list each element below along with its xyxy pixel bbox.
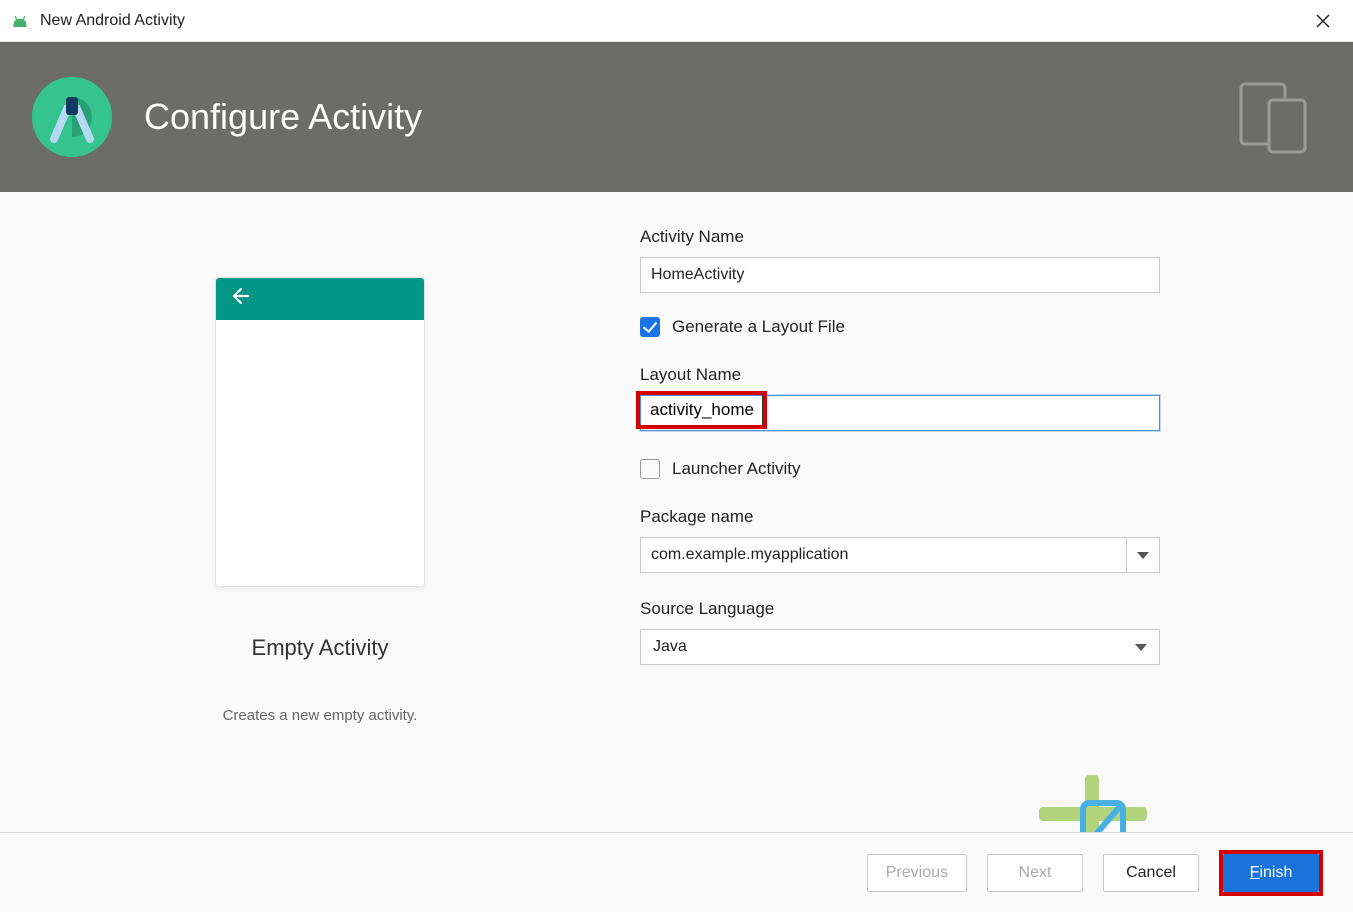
generate-layout-label: Generate a Layout File <box>672 317 845 337</box>
source-language-label: Source Language <box>640 599 1293 619</box>
android-studio-icon <box>32 77 112 157</box>
activity-name-input[interactable] <box>640 257 1160 293</box>
package-name-dropdown-button[interactable] <box>1126 537 1160 573</box>
close-button[interactable] <box>1303 5 1343 37</box>
preview-description: Creates a new empty activity. <box>223 707 418 724</box>
window-title: New Android Activity <box>40 12 185 30</box>
package-name-label: Package name <box>640 507 1293 527</box>
back-arrow-icon <box>230 284 254 314</box>
wizard-header: Configure Activity <box>0 42 1353 192</box>
preview-pane: Empty Activity Creates a new empty activ… <box>0 227 640 832</box>
preview-appbar <box>216 278 424 320</box>
cancel-button[interactable]: Cancel <box>1103 854 1199 892</box>
source-language-select[interactable]: Java <box>640 629 1160 665</box>
launcher-activity-label: Launcher Activity <box>672 459 801 479</box>
activity-name-label: Activity Name <box>640 227 1293 247</box>
page-title: Configure Activity <box>144 96 422 138</box>
android-logo-icon <box>10 15 30 29</box>
finish-button[interactable]: Finish <box>1223 854 1319 892</box>
preview-title: Empty Activity <box>252 635 389 661</box>
launcher-activity-checkbox[interactable] <box>640 459 660 479</box>
source-language-value: Java <box>653 638 687 656</box>
chevron-down-icon <box>1137 552 1149 559</box>
layout-name-label: Layout Name <box>640 365 1293 385</box>
chevron-down-icon <box>1135 644 1147 651</box>
generate-layout-checkbox[interactable] <box>640 317 660 337</box>
layout-name-value: activity_home <box>640 395 763 425</box>
layout-name-highlight: activity_home <box>636 391 767 429</box>
next-button[interactable]: Next <box>987 854 1083 892</box>
devices-icon <box>1235 80 1313 163</box>
wizard-footer: Previous Next Cancel Finish <box>0 832 1353 912</box>
finish-highlight: Finish <box>1219 850 1323 896</box>
package-name-input[interactable] <box>640 537 1126 573</box>
activity-preview <box>215 277 425 587</box>
form-pane: Activity Name Generate a Layout File Lay… <box>640 227 1353 832</box>
titlebar: New Android Activity <box>0 0 1353 42</box>
wizard-content: Empty Activity Creates a new empty activ… <box>0 192 1353 832</box>
previous-button[interactable]: Previous <box>867 854 967 892</box>
